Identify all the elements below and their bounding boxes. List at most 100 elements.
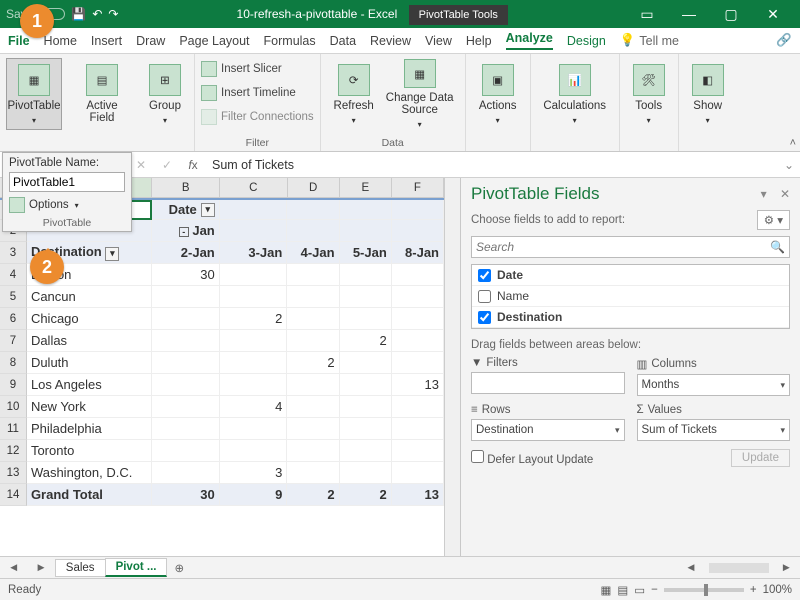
cell[interactable] [152,440,220,462]
cell[interactable] [220,200,288,220]
rows-area[interactable]: ≡Rows Destination▾ [471,404,625,441]
cell[interactable] [340,220,392,242]
col-header-d[interactable]: D [288,178,340,197]
values-area[interactable]: ΣValues Sum of Tickets▾ [637,404,791,441]
cell[interactable] [152,308,220,330]
minimize-icon[interactable]: ― [668,6,710,22]
row-header[interactable]: 9 [0,374,27,396]
row-header[interactable]: 12 [0,440,27,462]
cell[interactable] [152,462,220,484]
cell[interactable] [392,264,444,286]
insert-timeline-button[interactable]: Insert Timeline [201,82,296,104]
cell[interactable] [392,440,444,462]
row-header[interactable]: 14 [0,484,27,506]
cell[interactable] [220,374,288,396]
pane-dropdown-icon[interactable]: ▾ [761,187,767,201]
collapse-ribbon-icon[interactable]: ˄ [790,137,796,149]
cell[interactable] [152,418,220,440]
cell[interactable]: Duluth [27,352,152,374]
field-item-name[interactable]: Name [472,286,789,307]
close-icon[interactable]: ✕ [752,6,794,23]
view-page-layout-icon[interactable]: ▤ [617,583,628,597]
cell[interactable] [340,200,392,220]
share-icon[interactable]: 🔗 [776,33,792,48]
cell[interactable] [287,396,339,418]
tab-page-layout[interactable]: Page Layout [179,34,249,48]
cell[interactable]: 9 [220,484,288,506]
group-button[interactable]: ⊞ Group ▾ [142,58,188,130]
cell[interactable] [392,418,444,440]
cell[interactable]: Dallas [27,330,152,352]
tab-help[interactable]: Help [466,34,492,48]
cell[interactable]: 2 [340,330,392,352]
row-header[interactable]: 3 [0,242,27,264]
cell[interactable] [287,308,339,330]
cell[interactable] [392,396,444,418]
col-header-c[interactable]: C [220,178,288,197]
cell[interactable]: 30 [152,264,220,286]
hscroll-left[interactable]: ◄ [677,562,704,574]
tab-data[interactable]: Data [330,34,356,48]
maximize-icon[interactable]: ▢ [710,6,752,23]
field-checkbox-date[interactable] [478,269,491,282]
cell[interactable] [220,264,288,286]
formula-input[interactable]: Sum of Tickets [206,158,778,172]
cell[interactable]: 4 [220,396,288,418]
cell[interactable] [220,418,288,440]
sheet-nav-prev[interactable]: ◄ [0,562,27,574]
pane-close-icon[interactable]: ✕ [780,187,790,201]
row-header[interactable]: 5 [0,286,27,308]
view-normal-icon[interactable]: ▦ [601,583,612,597]
field-item-date[interactable]: Date [472,265,789,286]
field-checkbox-destination[interactable] [478,311,491,324]
field-checkbox-name[interactable] [478,290,491,303]
cell[interactable] [392,220,444,242]
sheet-tab-sales[interactable]: Sales [55,559,106,577]
cell[interactable] [287,374,339,396]
cell[interactable] [287,440,339,462]
row-header[interactable]: 4 [0,264,27,286]
cell[interactable] [152,330,220,352]
filter-dropdown-icon[interactable]: ▾ [201,203,215,217]
zoom-slider[interactable] [664,588,744,592]
col-header-f[interactable]: F [392,178,444,197]
cell[interactable]: 8-Jan [392,242,444,264]
row-header[interactable]: 7 [0,330,27,352]
cell[interactable]: New York [27,396,152,418]
tab-design[interactable]: Design [567,34,606,48]
filter-dropdown-icon[interactable]: ▾ [105,247,119,261]
hscroll-right[interactable]: ► [773,562,800,574]
zoom-in-icon[interactable]: + [750,584,757,596]
row-header[interactable]: 6 [0,308,27,330]
actions-button[interactable]: ▣ Actions▾ [472,58,524,130]
pivottable-name-input[interactable] [9,172,125,192]
cell[interactable] [340,308,392,330]
cell[interactable] [287,286,339,308]
cell[interactable]: 3-Jan [220,242,288,264]
tab-review[interactable]: Review [370,34,411,48]
col-header-b[interactable]: B [152,178,220,197]
cell[interactable] [340,396,392,418]
cell[interactable] [392,286,444,308]
cell[interactable] [340,352,392,374]
sheet-tab-pivot[interactable]: Pivot ... [105,558,168,577]
cell[interactable]: Washington, D.C. [27,462,152,484]
refresh-button[interactable]: ⟳ Refresh▾ [327,58,381,130]
ribbon-display-icon[interactable]: ▭ [626,6,668,23]
cell[interactable] [392,352,444,374]
vertical-scrollbar[interactable] [444,178,460,556]
filters-area[interactable]: ▼Filters [471,357,625,396]
view-page-break-icon[interactable]: ▭ [634,583,645,597]
row-header[interactable]: 8 [0,352,27,374]
fx-icon[interactable]: fx [180,158,206,172]
cell[interactable] [152,396,220,418]
cell[interactable]: 3 [220,462,288,484]
cell[interactable] [287,462,339,484]
cell[interactable]: 30 [152,484,220,506]
cell[interactable] [392,200,444,220]
cell[interactable] [340,374,392,396]
cell[interactable] [152,352,220,374]
cell[interactable]: Toronto [27,440,152,462]
cell[interactable]: 13 [392,374,444,396]
cell[interactable] [220,440,288,462]
